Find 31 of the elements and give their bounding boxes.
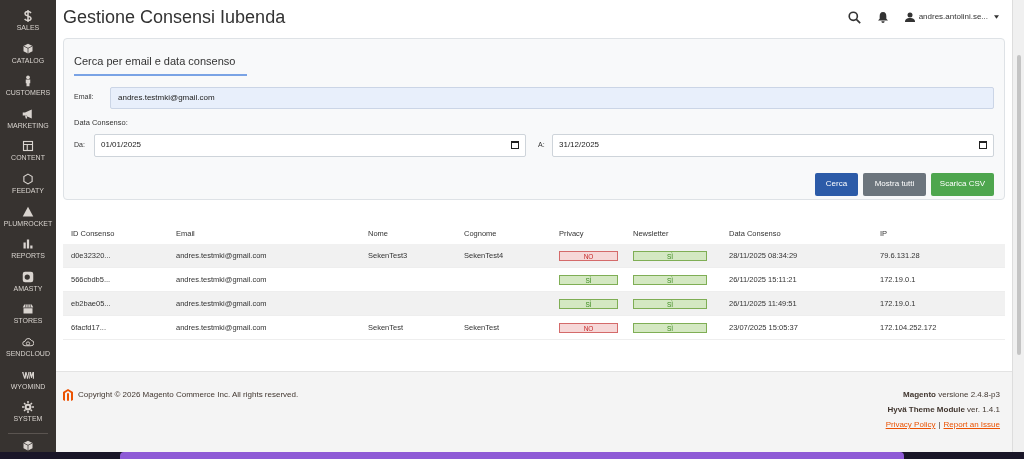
panel-title: Cerca per email e data consenso — [74, 53, 248, 76]
action-button[interactable]: Cerca — [815, 172, 858, 196]
bar-chart-icon — [22, 238, 34, 251]
dollar-icon — [22, 10, 34, 22]
settings-icon — [22, 401, 34, 414]
copyright-text: Copyright © 2026 Magento Commerce Inc. All rights reserved. — [78, 389, 299, 401]
separator: | — [938, 419, 941, 431]
square-icon — [22, 270, 34, 283]
user-menu[interactable]: andres.antolini.se... — [904, 11, 999, 23]
page-title: Gestione Consensi Iubenda — [63, 5, 287, 29]
hexagon-icon — [22, 173, 34, 186]
action-button[interactable]: Mostra tutti — [863, 172, 926, 196]
date-field[interactable]: 31/12/2025 — [552, 133, 994, 157]
storefront-icon — [22, 303, 34, 316]
bell-icon[interactable] — [877, 11, 888, 23]
caret-icon — [994, 15, 999, 19]
date-field[interactable]: 01/01/2025 — [94, 133, 526, 157]
calendar-icon[interactable] — [979, 141, 987, 150]
triangle-icon — [22, 205, 34, 218]
search-icon[interactable] — [847, 10, 861, 24]
logo-icon — [63, 389, 73, 401]
email-field[interactable]: andres.testmki@gmail.com — [110, 86, 994, 109]
version-text: Magento versione 2.4.8-p3 — [903, 389, 1000, 401]
scrollbar[interactable] — [1012, 0, 1024, 452]
cloud-icon — [22, 336, 34, 349]
layout-icon — [22, 140, 34, 153]
version-text: Hyvä Theme Module ver. 1.4.1 — [887, 404, 1000, 416]
megaphone-icon — [22, 107, 34, 120]
box-icon — [22, 42, 34, 55]
user-icon — [904, 12, 915, 22]
calendar-icon[interactable] — [511, 141, 519, 150]
